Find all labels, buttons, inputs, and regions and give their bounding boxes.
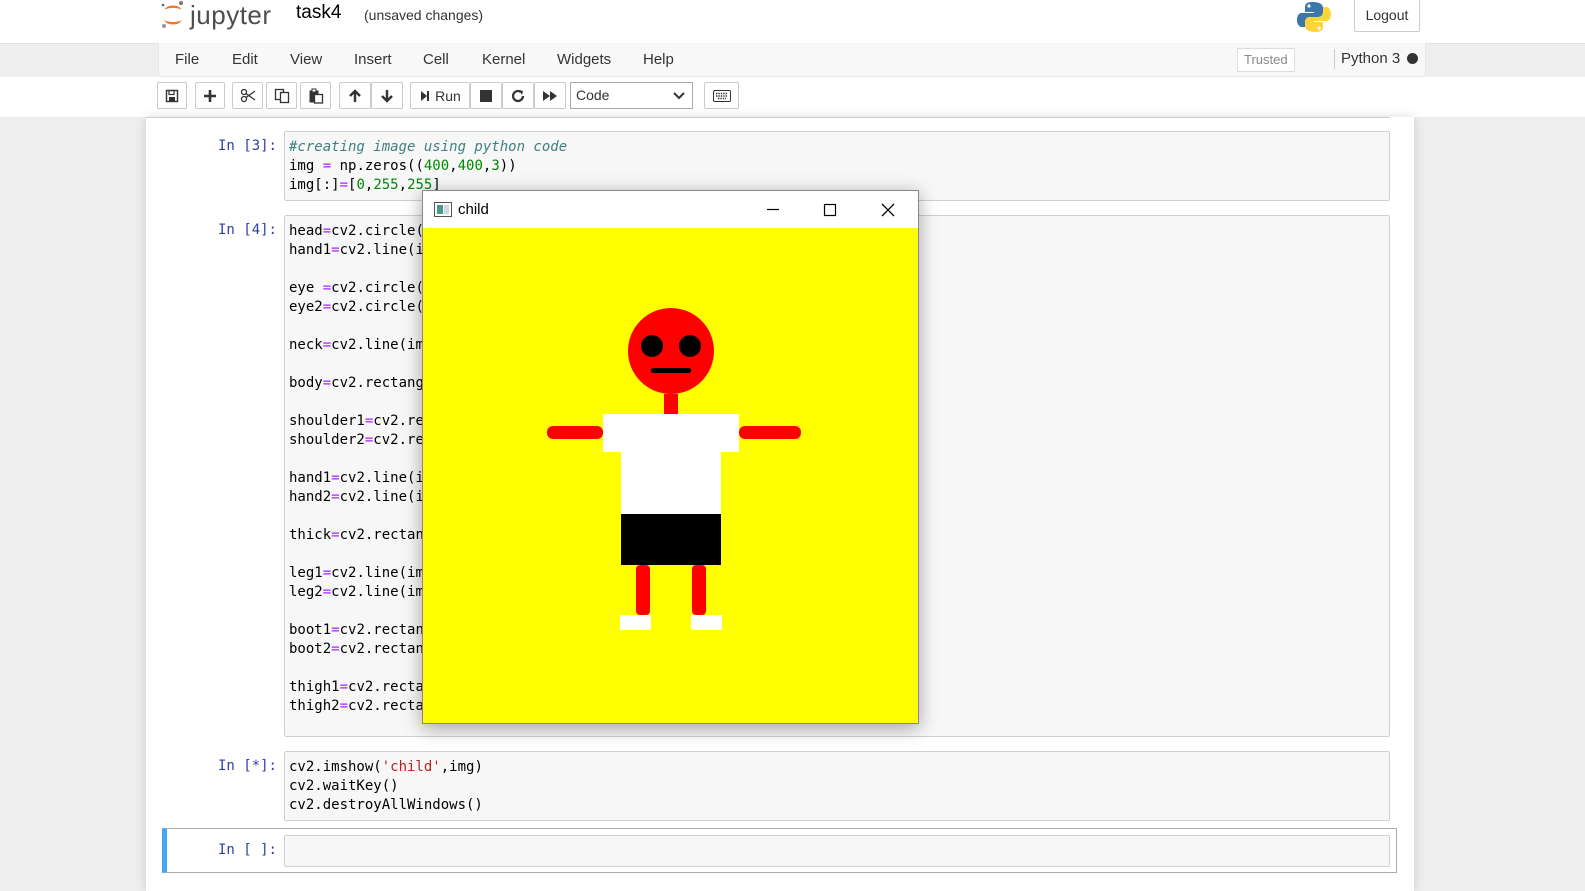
close-icon[interactable] (881, 203, 895, 217)
code-line: img[:]=[0,255,255] (289, 177, 441, 193)
paste-icon (309, 88, 323, 104)
notebook-name[interactable]: task4 (296, 2, 341, 24)
neck (664, 394, 678, 414)
code-line: img = np.zeros((400,400,3)) (289, 158, 517, 174)
header: jupyter task4 (unsaved changes) Logout (0, 0, 1585, 44)
code-input[interactable]: cv2.imshow('child',img) cv2.waitKey() cv… (285, 752, 1389, 821)
eye-right (679, 335, 701, 357)
trusted-badge[interactable]: Trusted (1237, 48, 1295, 72)
copy-button[interactable] (266, 82, 297, 109)
eye-left (641, 335, 663, 357)
menu-widgets[interactable]: Widgets (557, 51, 611, 68)
boot-left (620, 615, 651, 630)
python-logo-icon (1297, 2, 1331, 32)
save-icon (165, 89, 179, 102)
restart-icon (511, 89, 525, 102)
code-line: #creating image using python code (289, 139, 568, 155)
menu-kernel[interactable]: Kernel (482, 51, 525, 68)
stop-icon (480, 89, 492, 102)
keyboard-icon (712, 89, 731, 102)
boot-right (691, 615, 722, 630)
command-palette-button[interactable] (704, 82, 739, 109)
code-cell[interactable]: cv2.imshow('child',img) cv2.waitKey() cv… (284, 751, 1390, 821)
logo-text: jupyter (190, 0, 272, 30)
cell-prompt: In [3]: (217, 138, 277, 154)
run-icon (421, 90, 430, 101)
arm-left (547, 426, 603, 439)
menu-help[interactable]: Help (643, 51, 674, 68)
copy-icon (274, 88, 289, 103)
cell-type-value: Code (576, 87, 610, 103)
leg-left (636, 565, 650, 615)
window-app-icon (434, 202, 452, 217)
shorts (621, 514, 721, 565)
toolbar: Run Code (0, 77, 1585, 117)
run-button[interactable]: Run (410, 82, 470, 109)
cell-prompt: In [4]: (217, 222, 277, 238)
save-status: (unsaved changes) (364, 7, 484, 23)
jupyter-icon (161, 1, 183, 28)
code-line: cv2.waitKey() (289, 778, 399, 794)
cell-type-select[interactable]: Code (570, 82, 693, 109)
kernel-name[interactable]: Python 3 (1334, 49, 1400, 69)
menu-insert[interactable]: Insert (354, 51, 392, 68)
logout-button[interactable]: Logout (1354, 0, 1420, 32)
menu-cell[interactable]: Cell (423, 51, 449, 68)
maximize-icon[interactable] (823, 203, 837, 217)
restart-run-all-button[interactable] (534, 82, 566, 109)
menu-view[interactable]: View (290, 51, 322, 68)
plus-icon (204, 89, 216, 102)
menu-edit[interactable]: Edit (232, 51, 258, 68)
mouth (651, 368, 691, 373)
insert-cell-button[interactable] (195, 82, 225, 109)
run-label: Run (435, 87, 461, 104)
kernel-status-icon (1407, 53, 1418, 64)
leg-right (692, 565, 706, 615)
cut-button[interactable] (232, 82, 263, 109)
code-line: cv2.imshow('child',img) (289, 759, 483, 775)
arm-right (739, 426, 801, 439)
menubar: File Edit View Insert Cell Kernel Widget… (158, 43, 1426, 77)
arrow-down-icon (381, 89, 393, 103)
empty-code-input[interactable] (284, 835, 1390, 867)
fast-forward-icon (543, 90, 557, 101)
minimize-icon[interactable] (766, 204, 780, 216)
arrow-up-icon (349, 88, 361, 102)
paste-button[interactable] (300, 82, 331, 109)
cell-prompt: In [ ]: (217, 842, 277, 858)
window-titlebar[interactable]: child (423, 191, 918, 228)
window-title: child (458, 201, 489, 218)
head (628, 308, 714, 394)
stick-figure-image (423, 228, 918, 723)
divider (146, 117, 1390, 118)
code-line: cv2.destroyAllWindows() (289, 797, 483, 813)
chevron-down-icon (673, 92, 685, 100)
menu-file[interactable]: File (175, 51, 199, 68)
image-window[interactable]: child (422, 190, 919, 724)
move-down-button[interactable] (371, 82, 403, 109)
interrupt-button[interactable] (470, 82, 502, 109)
save-button[interactable] (157, 82, 187, 109)
jupyter-logo[interactable]: jupyter (160, 0, 272, 30)
cell-prompt: In [*]: (217, 758, 277, 774)
restart-button[interactable] (502, 82, 534, 109)
move-up-button[interactable] (339, 82, 371, 109)
body (621, 414, 721, 514)
cut-icon (240, 88, 255, 102)
